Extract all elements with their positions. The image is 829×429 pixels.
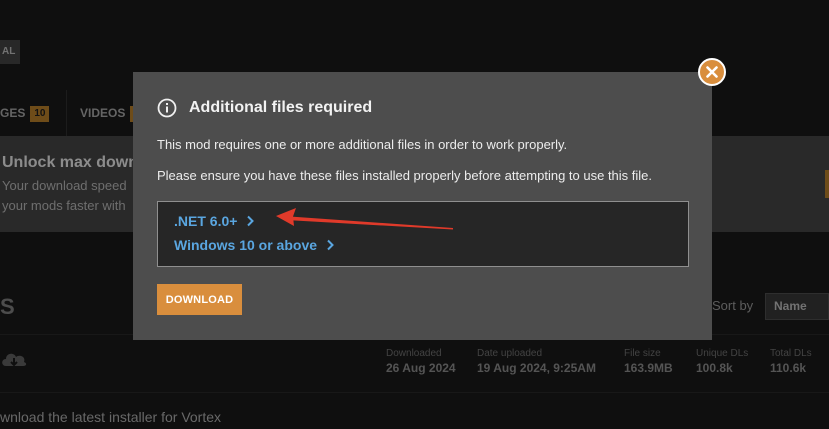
modal-message-1: This mod requires one or more additional… — [157, 137, 568, 152]
close-icon — [706, 66, 718, 78]
modal-header: Additional files required — [157, 98, 372, 118]
info-icon — [157, 98, 177, 118]
requirement-link-windows[interactable]: Windows 10 or above — [174, 237, 335, 253]
page: AL GES10 VIDEOS1 Unlock max downl Your d… — [0, 0, 829, 429]
download-button[interactable]: DOWNLOAD — [157, 284, 242, 315]
requirement-link-dotnet[interactable]: .NET 6.0+ — [174, 213, 255, 229]
chevron-right-icon — [247, 215, 255, 227]
chevron-right-icon — [327, 239, 334, 251]
additional-files-modal: Additional files required This mod requi… — [133, 72, 712, 340]
close-button[interactable] — [698, 58, 726, 86]
requirement-label: .NET 6.0+ — [174, 213, 238, 229]
modal-message-2: Please ensure you have these files insta… — [157, 168, 653, 183]
requirements-box: .NET 6.0+ Windows 10 or above — [157, 201, 689, 267]
modal-title: Additional files required — [189, 99, 373, 116]
requirement-label: Windows 10 or above — [174, 237, 318, 253]
